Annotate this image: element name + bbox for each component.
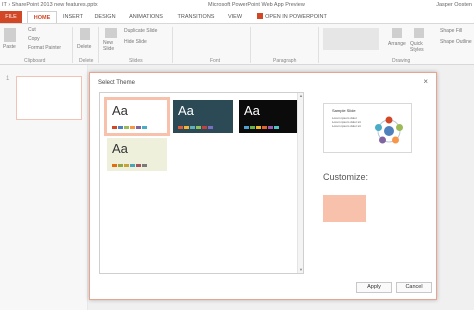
theme-color-swatch <box>124 126 129 129</box>
theme-sample-text: Aa <box>244 103 260 118</box>
theme-color-swatch <box>118 126 123 129</box>
tab-animations[interactable]: ANIMATIONS <box>124 11 168 23</box>
ribbon-tabs: FILE HOME INSERT DESIGN ANIMATIONS TRANS… <box>0 11 474 23</box>
preview-slide-title: Sample Slide <box>332 108 356 113</box>
theme-color-swatches <box>178 126 213 129</box>
theme-color-swatch <box>190 126 195 129</box>
group-divider <box>172 27 173 63</box>
theme-option[interactable]: Aa <box>107 138 167 171</box>
title-bar: IT › SharePoint 2013 new features.pptx M… <box>0 0 474 11</box>
theme-color-swatch <box>202 126 207 129</box>
scroll-up-icon[interactable]: ▲ <box>298 93 304 99</box>
theme-color-swatch <box>112 164 117 167</box>
tab-home[interactable]: HOME <box>27 11 57 23</box>
format-painter-button[interactable]: Format Painter <box>28 45 61 51</box>
theme-color-swatch <box>118 164 123 167</box>
file-title[interactable]: IT › SharePoint 2013 new features.pptx <box>2 2 98 8</box>
group-divider <box>72 27 73 63</box>
customize-label: Customize: <box>323 172 369 182</box>
theme-color-swatch <box>142 164 147 167</box>
apply-button[interactable]: Apply <box>356 282 392 293</box>
group-delete: Delete <box>79 58 94 64</box>
cancel-button[interactable]: Cancel <box>396 282 432 293</box>
paste-icon[interactable] <box>4 28 16 42</box>
theme-color-swatch <box>112 126 117 129</box>
hide-slide-button[interactable]: Hide Slide <box>124 39 147 45</box>
theme-color-swatch <box>178 126 183 129</box>
shape-fill-button[interactable]: Shape Fill <box>440 28 462 34</box>
select-theme-dialog: Select Theme × Aa Aa Aa Aa ▲ ▼ Sample Sl… <box>89 72 437 300</box>
theme-preview: Sample Slide Lorem ipsum dolor Lorem ips… <box>323 103 412 153</box>
theme-color-swatch <box>184 126 189 129</box>
tab-open-in-powerpoint[interactable]: OPEN IN POWERPOINT <box>252 11 332 23</box>
theme-color-swatch <box>130 164 135 167</box>
duplicate-slide-button[interactable]: Duplicate Slide <box>124 28 157 34</box>
open-in-powerpoint-label: OPEN IN POWERPOINT <box>265 14 327 20</box>
group-divider <box>98 27 99 63</box>
theme-option[interactable]: Aa <box>173 100 233 133</box>
theme-color-swatches <box>244 126 279 129</box>
group-divider <box>250 27 251 63</box>
theme-color-swatches <box>112 164 147 167</box>
scrollbar[interactable]: ▲ ▼ <box>297 93 303 273</box>
tab-view[interactable]: VIEW <box>224 11 246 23</box>
theme-option[interactable]: Aa <box>239 100 299 133</box>
custom-color-swatch[interactable] <box>323 195 366 222</box>
paste-button[interactable]: Paste <box>3 44 16 50</box>
group-divider <box>318 27 319 63</box>
delete-icon[interactable] <box>80 28 90 40</box>
theme-sample-text: Aa <box>112 141 128 156</box>
delete-button[interactable]: Delete <box>77 44 91 50</box>
theme-color-swatch <box>124 164 129 167</box>
arrange-button[interactable]: Arrange <box>388 41 406 47</box>
shapes-gallery-icon[interactable] <box>323 28 379 50</box>
tab-insert[interactable]: INSERT <box>59 11 87 23</box>
group-font: Font <box>210 58 221 64</box>
quick-styles-icon[interactable] <box>414 28 424 38</box>
shape-outline-button[interactable]: Shape Outline <box>440 39 472 45</box>
theme-color-swatch <box>136 126 141 129</box>
group-clipboard: Clipboard <box>24 58 46 64</box>
quick-styles-button[interactable]: Quick Styles <box>410 41 430 53</box>
theme-color-swatch <box>196 126 201 129</box>
tab-transitions[interactable]: TRANSITIONS <box>174 11 218 23</box>
theme-option[interactable]: Aa <box>104 97 170 136</box>
tab-file[interactable]: FILE <box>0 11 22 23</box>
theme-color-swatch <box>244 126 249 129</box>
theme-color-swatch <box>142 126 147 129</box>
theme-color-swatch <box>208 126 213 129</box>
theme-color-swatch <box>136 164 141 167</box>
theme-color-swatch <box>256 126 261 129</box>
new-slide-icon[interactable] <box>105 28 117 38</box>
close-icon[interactable]: × <box>423 77 428 86</box>
theme-color-swatch <box>130 126 135 129</box>
theme-color-swatches <box>112 126 147 129</box>
powerpoint-icon <box>257 13 264 19</box>
scroll-down-icon[interactable]: ▼ <box>298 267 304 273</box>
theme-gallery[interactable]: Aa Aa Aa Aa ▲ ▼ <box>99 92 304 274</box>
theme-color-swatch <box>268 126 273 129</box>
theme-color-swatch <box>250 126 255 129</box>
user-name[interactable]: Jasper Oosten <box>436 2 472 8</box>
theme-sample-text: Aa <box>112 103 128 118</box>
theme-color-swatch <box>262 126 267 129</box>
group-paragraph: Paragraph <box>273 58 297 64</box>
theme-color-swatch <box>274 126 279 129</box>
preview-bullets: Lorem ipsum dolor Lorem ipsum dolor sit … <box>332 116 372 128</box>
copy-button[interactable]: Copy <box>28 36 40 42</box>
new-slide-button[interactable]: New Slide <box>103 40 121 52</box>
cut-button[interactable]: Cut <box>28 27 36 33</box>
group-slides: Slides <box>129 58 143 64</box>
dialog-title: Select Theme <box>98 80 135 86</box>
arrange-icon[interactable] <box>392 28 402 38</box>
tab-design[interactable]: DESIGN <box>91 11 119 23</box>
preview-bullet: Lorem ipsum dolor sit <box>332 124 361 128</box>
ribbon: Paste Cut Copy Format Painter Clipboard … <box>0 23 474 65</box>
cycle-diagram-icon <box>375 116 403 144</box>
app-title: Microsoft PowerPoint Web App Preview <box>208 2 305 8</box>
group-drawing: Drawing <box>392 58 411 64</box>
theme-sample-text: Aa <box>178 103 194 118</box>
